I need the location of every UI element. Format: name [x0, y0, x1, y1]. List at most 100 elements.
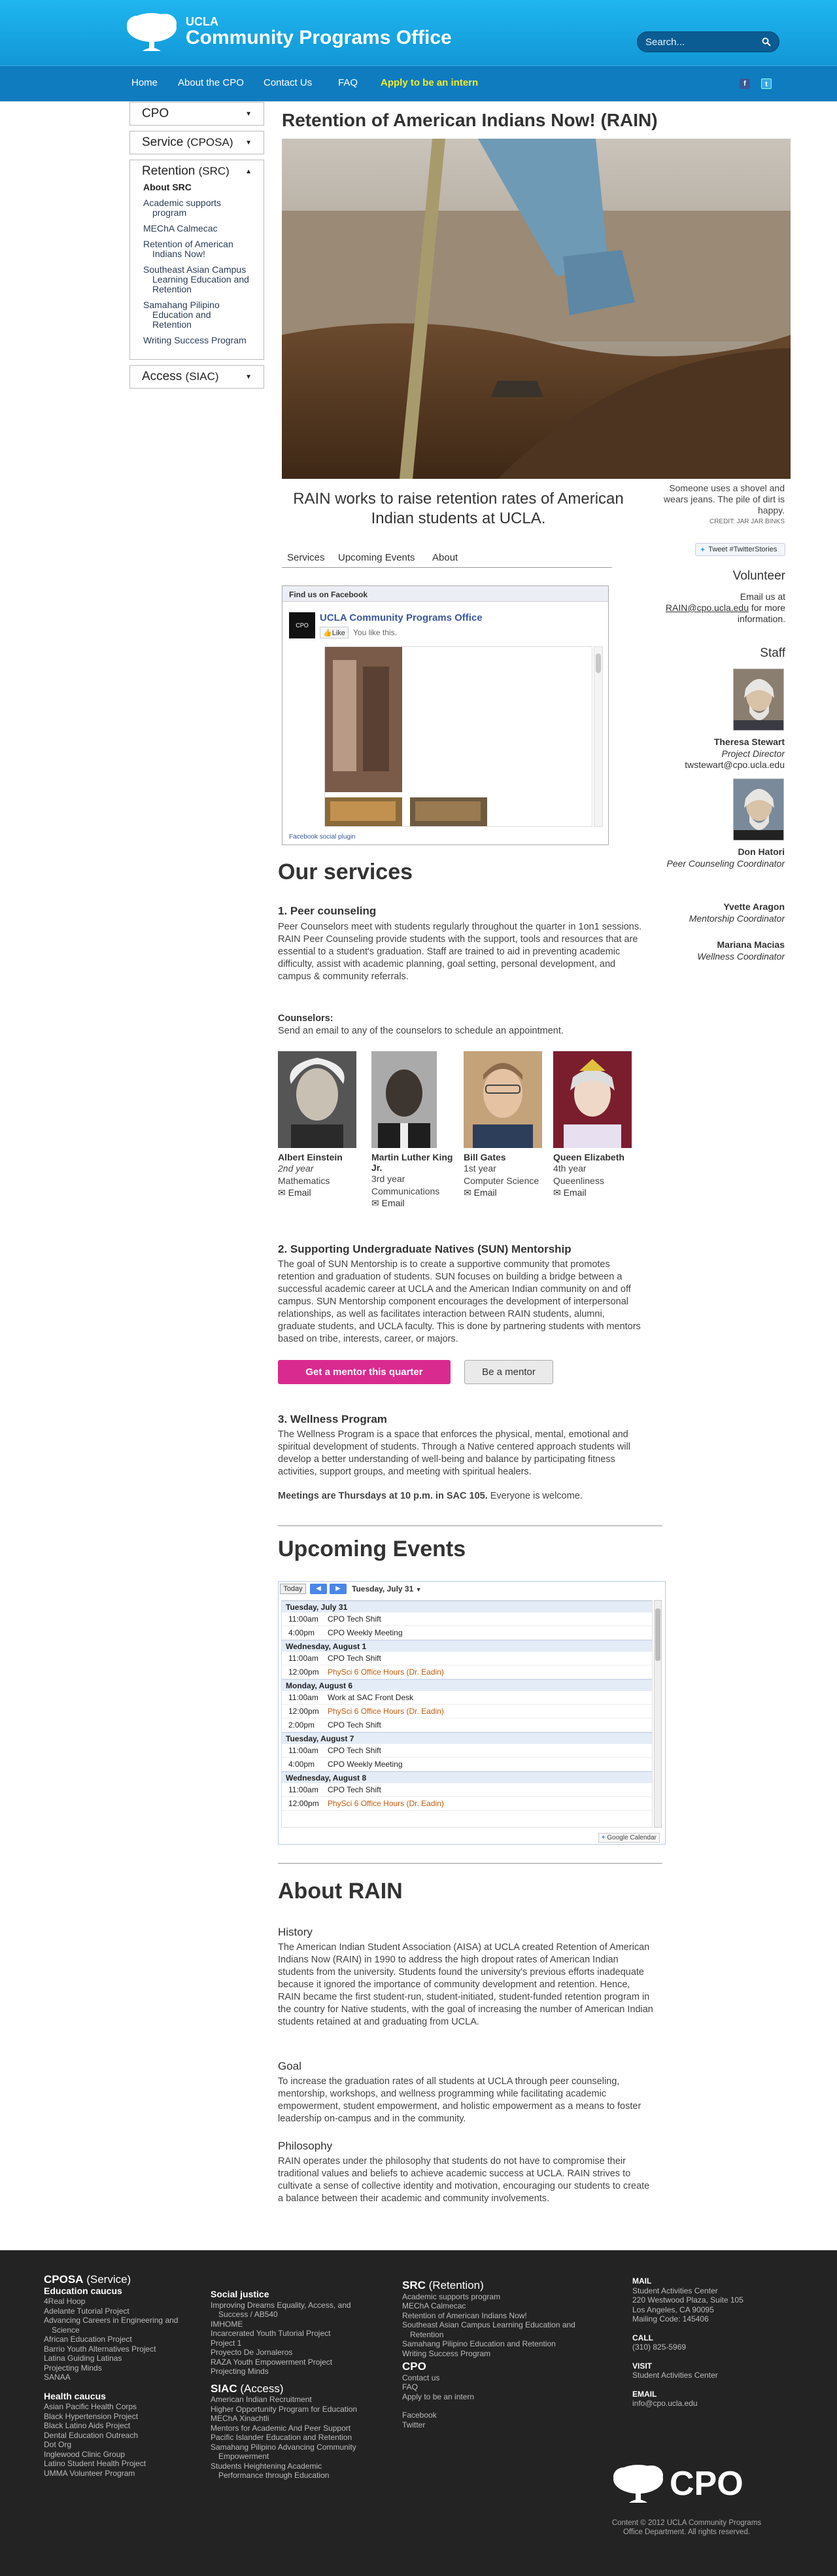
footer-link[interactable]: African Education Project [44, 2335, 207, 2344]
search-icon[interactable] [762, 37, 771, 46]
staff-email[interactable]: twstewart@cpo.ucla.edu [621, 759, 785, 771]
agenda-event[interactable]: 11:00am CPO Tech Shift [282, 1652, 652, 1665]
agenda-event[interactable]: 12:00pm PhySci 6 Office Hours (Dr. Eadin) [282, 1705, 652, 1718]
footer-link[interactable]: Contact us [402, 2373, 598, 2383]
footer-link[interactable]: RAZA Youth Empowerment Project [211, 2358, 367, 2367]
email-link[interactable]: ✉ Email [371, 1198, 405, 1208]
footer-link[interactable]: Southeast Asian Campus Learning Educatio… [402, 2320, 598, 2339]
footer-link[interactable]: Incarcerated Youth Tutorial Project [211, 2329, 367, 2339]
agenda-event[interactable]: 11:00am CPO Tech Shift [282, 1783, 652, 1797]
nav-apply-intern[interactable]: Apply to be an intern [381, 77, 478, 88]
agenda-event[interactable]: 11:00am CPO Tech Shift [282, 1612, 652, 1626]
facebook-stream[interactable] [324, 646, 592, 827]
footer-link[interactable]: 4Real Hoop [44, 2297, 207, 2306]
footer-link[interactable]: Improving Dreams Equality, Access, and S… [211, 2301, 367, 2320]
footer-link[interactable]: Samahang Pilipino Advancing Community Em… [211, 2443, 367, 2462]
footer-link[interactable]: Latina Guiding Latinas [44, 2354, 207, 2363]
email-link[interactable]: ✉ Email [278, 1187, 311, 1198]
footer-link[interactable]: Apply to be an intern [402, 2392, 598, 2402]
get-mentor-button[interactable]: Get a mentor this quarter [278, 1360, 451, 1384]
tweet-button[interactable]: ✦ Tweet #TwitterStories [695, 543, 785, 556]
sidebar-section-retention[interactable]: Retention (SRC) ▲ About SRC Academic supp… [129, 160, 264, 360]
footer-link[interactable]: Mentors for Academic And Peer Support [211, 2424, 367, 2433]
email-link[interactable]: ✉ Email [464, 1187, 497, 1198]
sidebar-item-seacler[interactable]: Southeast Asian Campus Learning Educatio… [143, 265, 250, 294]
footer-link[interactable]: Projecting Minds [44, 2363, 207, 2373]
calendar-date[interactable]: Tuesday, July 31 ▼ [352, 1584, 422, 1593]
facebook-page-logo[interactable]: CPO [289, 612, 315, 638]
sidebar-section-service[interactable]: Service (CPOSA) ▼ [129, 131, 264, 154]
footer-link[interactable]: UMMA Volunteer Program [44, 2469, 207, 2479]
calendar-agenda[interactable]: Tuesday, July 31 11:00am CPO Tech Shift 4… [281, 1600, 653, 1828]
sidebar-item-academic[interactable]: Academic supports program [143, 198, 250, 218]
footer-link[interactable]: Black Latino Aids Project [44, 2421, 207, 2431]
sidebar-item-rain[interactable]: Retention of American Indians Now! [143, 239, 250, 259]
sidebar-section-access[interactable]: Access (SIAC) ▼ [129, 365, 264, 389]
nav-contact[interactable]: Contact Us [264, 77, 312, 88]
agenda-event[interactable]: 2:00pm CPO Tech Shift [282, 1718, 652, 1732]
facebook-scrollbar[interactable] [594, 646, 603, 827]
sidebar-item-about-src[interactable]: About SRC [143, 183, 250, 192]
footer-link[interactable]: Advancing Careers in Engineering and Sci… [44, 2316, 207, 2335]
footer-link[interactable]: American Indian Recruitment [211, 2395, 367, 2405]
be-mentor-button[interactable]: Be a mentor [464, 1360, 553, 1384]
twitter-icon[interactable]: t [761, 78, 772, 89]
tab-services[interactable]: Services [287, 552, 325, 563]
calendar-next-button[interactable]: ▶ [330, 1584, 347, 1594]
nav-home[interactable]: Home [131, 77, 158, 88]
sidebar-section-cpo[interactable]: CPO ▼ [129, 102, 264, 126]
volunteer-email-link[interactable]: RAIN@cpo.ucla.edu [666, 602, 749, 613]
facebook-page-name[interactable]: UCLA Community Programs Office [320, 612, 483, 623]
google-calendar-link[interactable]: + Google Calendar [598, 1833, 660, 1843]
footer-link[interactable]: IMHOME [211, 2320, 367, 2329]
footer-link[interactable]: SANAA [44, 2373, 207, 2382]
footer-link[interactable]: Barrio Youth Alternatives Project [44, 2344, 207, 2354]
agenda-event[interactable]: 11:00am Work at SAC Front Desk [282, 1691, 652, 1705]
sidebar-item-writing[interactable]: Writing Success Program [143, 336, 250, 345]
footer-facebook-link[interactable]: Facebook [402, 2411, 598, 2420]
footer-link[interactable]: Pacific Islander Education and Retention [211, 2433, 367, 2443]
calendar-scrollbar[interactable] [654, 1600, 662, 1828]
tab-upcoming-events[interactable]: Upcoming Events [338, 552, 415, 563]
sidebar-item-samahang[interactable]: Samahang Pilipino Education and Retentio… [143, 300, 250, 330]
footer-link[interactable]: Students Heightening Academic Performanc… [211, 2462, 367, 2480]
search-input[interactable] [645, 36, 757, 48]
agenda-event[interactable]: 12:00pm PhySci 6 Office Hours (Dr. Eadin) [282, 1665, 652, 1679]
footer-email-link[interactable]: info@cpo.ucla.edu [632, 2399, 783, 2409]
footer-link[interactable]: Latino Student Health Project [44, 2459, 207, 2469]
calendar-today-button[interactable]: Today [280, 1584, 306, 1594]
agenda-event[interactable]: 4:00pm CPO Weekly Meeting [282, 1758, 652, 1771]
footer-phone[interactable]: (310) 825-5969 [632, 2342, 783, 2352]
footer-link[interactable]: Proyecto De Jornaleros [211, 2348, 367, 2358]
tab-about[interactable]: About [432, 552, 458, 563]
agenda-event[interactable]: 11:00am CPO Tech Shift [282, 1744, 652, 1758]
footer-link[interactable]: FAQ [402, 2382, 598, 2392]
footer-link[interactable]: Retention of American Indians Now! [402, 2311, 598, 2321]
calendar-prev-button[interactable]: ◀ [310, 1584, 327, 1594]
footer-link[interactable]: Project 1 [211, 2339, 367, 2348]
nav-about[interactable]: About the CPO [178, 77, 244, 88]
footer-link[interactable]: MEChA Calmecac [402, 2301, 598, 2311]
footer-link[interactable]: Asian Pacific Health Corps [44, 2402, 207, 2412]
footer-link[interactable]: Samahang Pilipino Education and Retentio… [402, 2339, 598, 2349]
footer-link[interactable]: Black Hypertension Project [44, 2412, 207, 2422]
footer-link[interactable]: Writing Success Program [402, 2349, 598, 2359]
footer-link[interactable]: Higher Opportunity Program for Education [211, 2405, 367, 2414]
footer-link[interactable]: Adelante Tutorial Project [44, 2306, 207, 2316]
facebook-icon[interactable]: f [740, 78, 750, 89]
nav-faq[interactable]: FAQ [338, 77, 358, 88]
footer-link[interactable]: Projecting Minds [211, 2367, 367, 2376]
facebook-like-button[interactable]: 👍Like [320, 627, 349, 638]
footer-link[interactable]: Academic supports program [402, 2292, 598, 2302]
site-logo[interactable]: UCLA Community Programs Office [123, 9, 452, 55]
agenda-event[interactable]: 4:00pm CPO Weekly Meeting [282, 1626, 652, 1640]
agenda-event[interactable]: 12:00pm PhySci 6 Office Hours (Dr. Eadin) [282, 1797, 652, 1811]
footer-twitter-link[interactable]: Twitter [402, 2420, 598, 2430]
footer-link[interactable]: Dental Education Outreach [44, 2431, 207, 2441]
footer-logo[interactable]: CPO [609, 2461, 766, 2507]
email-link[interactable]: ✉ Email [553, 1187, 587, 1198]
footer-link[interactable]: Dot Org [44, 2440, 207, 2450]
search-box[interactable] [637, 31, 779, 52]
footer-link[interactable]: MEChA Xinachtli [211, 2414, 367, 2424]
footer-link[interactable]: Inglewood Clinic Group [44, 2450, 207, 2460]
